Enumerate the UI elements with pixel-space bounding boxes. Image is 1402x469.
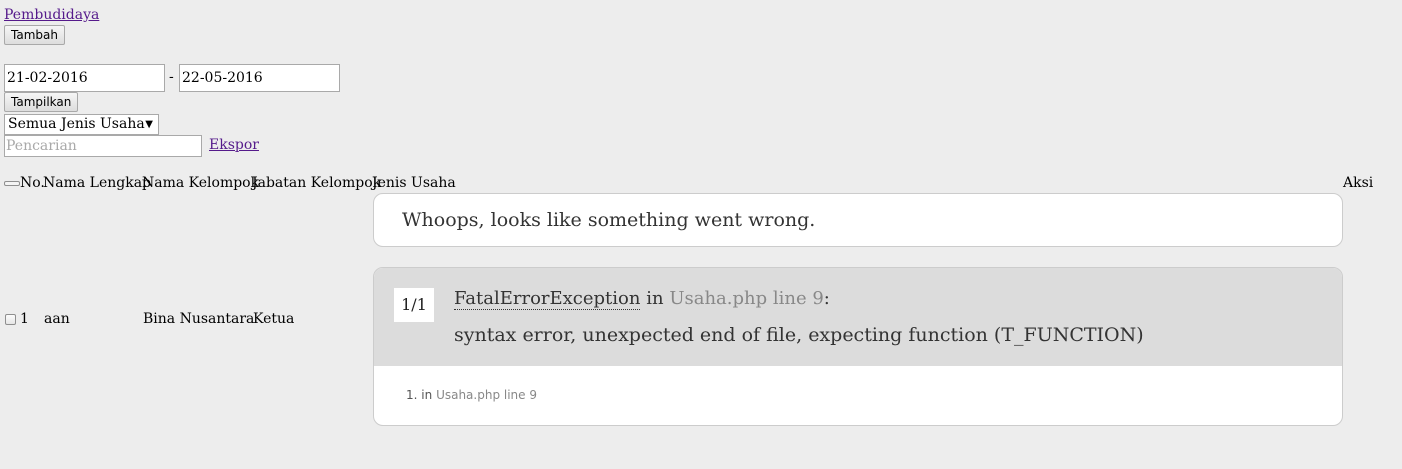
date-to-input[interactable] — [179, 64, 340, 92]
exception-counter: 1/1 — [394, 288, 434, 322]
exception-in-word: in — [646, 288, 664, 309]
stack-trace-item[interactable]: 1. in Usaha.php line 9 — [406, 388, 537, 402]
cell-nama-lengkap: aan — [44, 311, 70, 327]
add-button[interactable]: Tambah — [4, 25, 65, 45]
select-all-checkbox[interactable] — [4, 181, 20, 186]
chevron-down-icon: ▼ — [145, 119, 153, 130]
cell-nama-kelompok: Bina Nusantara — [143, 311, 255, 327]
business-type-selected: Semua Jenis Usaha — [8, 116, 145, 132]
column-header-nama-lengkap: Nama Lengkap — [43, 175, 152, 191]
error-detail-panel: 1/1 FatalErrorException in Usaha.php lin… — [373, 267, 1343, 426]
trace-location: Usaha.php line 9 — [436, 388, 537, 402]
export-link[interactable]: Ekspor — [209, 137, 259, 153]
exception-header: 1/1 FatalErrorException in Usaha.php lin… — [374, 268, 1342, 366]
cell-no: 1 — [20, 311, 29, 327]
pembudidaya-link[interactable]: Pembudidaya — [4, 7, 99, 23]
exception-line: FatalErrorException in Usaha.php line 9: — [454, 288, 830, 310]
error-title-panel: Whoops, looks like something went wrong. — [373, 193, 1343, 247]
trace-index: 1. — [406, 388, 418, 402]
column-header-nama-kelompok: Nama Kelompok — [142, 175, 260, 191]
trace-in-word: in — [421, 388, 433, 402]
exception-location: Usaha.php line 9 — [669, 288, 824, 309]
exception-name: FatalErrorException — [454, 288, 641, 310]
search-input[interactable] — [4, 135, 202, 157]
exception-message: syntax error, unexpected end of file, ex… — [454, 324, 1144, 346]
error-title: Whoops, looks like something went wrong. — [402, 209, 816, 231]
column-header-aksi: Aksi — [1343, 175, 1374, 191]
date-separator: - — [169, 69, 174, 85]
date-from-input[interactable] — [4, 64, 165, 92]
cell-jabatan-kelompok: Ketua — [253, 311, 295, 327]
business-type-select[interactable]: Semua Jenis Usaha ▼ — [4, 114, 159, 135]
column-header-jenis-usaha: Jenis Usaha — [372, 175, 456, 191]
column-header-jabatan-kelompok: Jabatan Kelompok — [252, 175, 382, 191]
show-button[interactable]: Tampilkan — [4, 92, 79, 112]
exception-colon: : — [823, 288, 830, 309]
column-header-no: No. — [20, 175, 45, 191]
row-checkbox[interactable] — [5, 314, 16, 325]
